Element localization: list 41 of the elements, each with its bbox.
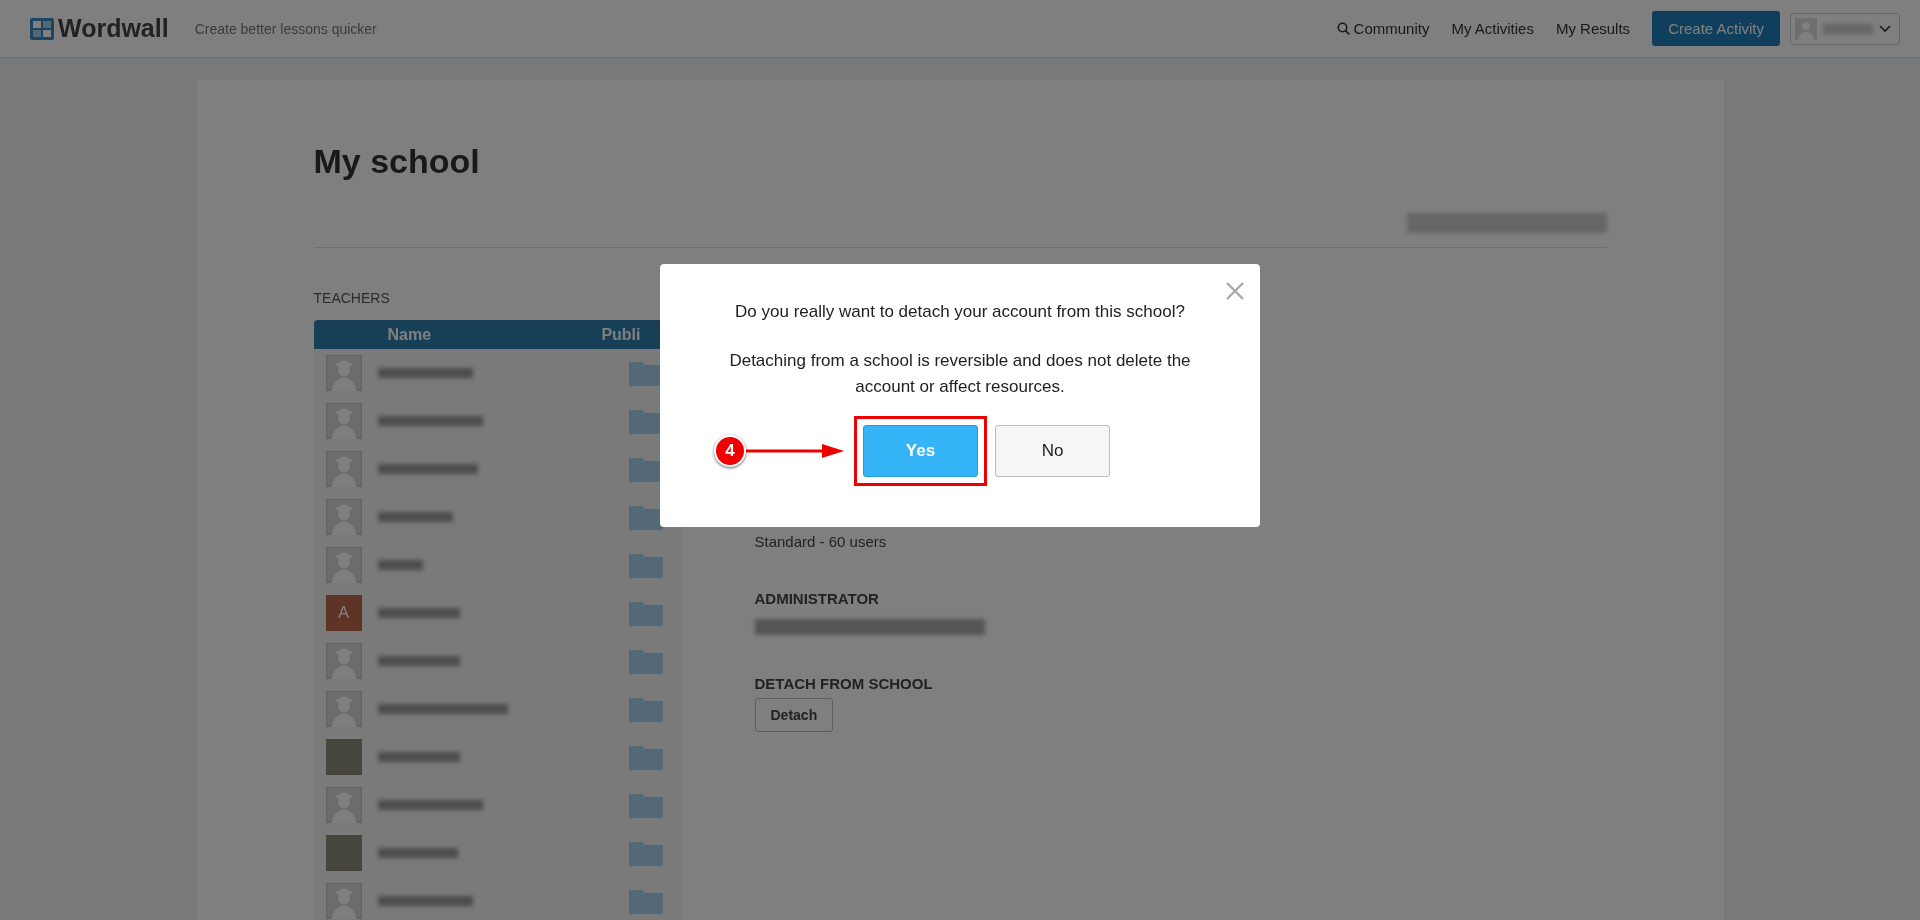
avatar-silhouette-icon [325, 691, 362, 727]
avatar-silhouette-icon [325, 403, 362, 439]
plan-text: Standard - 60 users [754, 533, 888, 550]
letter-avatar: A [325, 595, 362, 631]
folder-icon[interactable] [628, 504, 663, 530]
section-heading: ADMINISTRATOR [754, 590, 880, 607]
avatar-silhouette-icon [325, 643, 362, 679]
photo-placeholder [325, 739, 362, 775]
search-icon [1336, 22, 1350, 35]
avatar-silhouette-icon [325, 451, 362, 487]
folder-icon[interactable] [628, 456, 663, 482]
create-activity-button[interactable]: Create Activity [1652, 11, 1780, 46]
photo-placeholder [325, 835, 362, 871]
tagline: Create better lessons quicker [194, 20, 377, 37]
nav-link[interactable]: My Results [1555, 20, 1631, 37]
nav-link[interactable]: My Activities [1451, 20, 1534, 37]
redacted-text [377, 560, 423, 570]
avatar-silhouette-icon [325, 787, 362, 823]
nav-link[interactable]: Community [1336, 20, 1430, 37]
section-heading: DETACH FROM SCHOOL [754, 675, 934, 692]
user-menu[interactable] [1790, 12, 1900, 45]
avatar-silhouette-icon [325, 355, 362, 391]
avatar-silhouette-icon [325, 547, 362, 583]
logo-text[interactable]: Wordwall [58, 14, 169, 43]
yes-button[interactable]: Yes [863, 425, 978, 477]
dialog-note: Detaching from a school is reversible and does not delete the account or affect resources. [728, 350, 1192, 398]
folder-icon[interactable] [628, 408, 663, 434]
logo-icon [30, 17, 54, 40]
no-button[interactable]: No [995, 425, 1110, 477]
step-badge: 4 [714, 435, 746, 467]
avatar-silhouette-icon [325, 499, 362, 535]
detach-button[interactable]: Detach [754, 698, 834, 732]
column-header: Name [387, 325, 432, 344]
close-icon[interactable] [1225, 281, 1245, 301]
column-header: Publi [601, 325, 641, 344]
section-heading: TEACHERS [313, 290, 391, 306]
folder-icon[interactable] [628, 360, 663, 386]
dialog-question: Do you really want to detach your account from this school? [734, 302, 1186, 322]
redacted-text [1823, 23, 1873, 34]
page-title: My school [313, 141, 481, 181]
caret-icon [1879, 24, 1891, 33]
